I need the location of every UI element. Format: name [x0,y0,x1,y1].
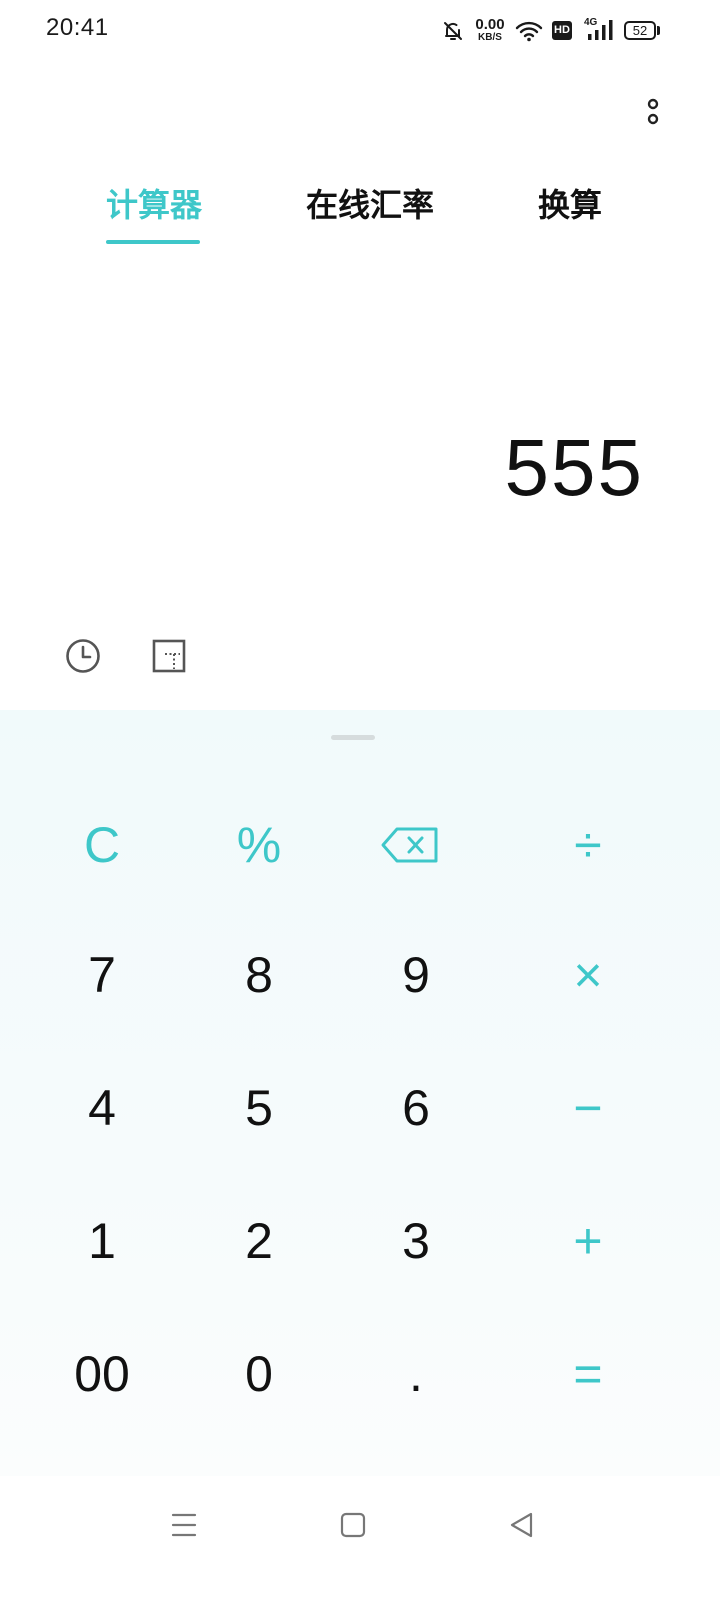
network-speed-unit: KB/S [478,32,502,43]
plus-button[interactable]: + [518,1191,658,1291]
battery-tip [657,26,660,35]
backspace-button[interactable] [340,795,480,895]
menu-icon[interactable] [164,1505,204,1545]
bell-off-icon [444,22,462,40]
cell-signal-icon [588,20,613,40]
status-time: 20:41 [46,14,109,41]
drag-handle[interactable] [331,735,375,740]
decimal-button[interactable]: . [346,1324,486,1424]
clock-icon[interactable] [63,636,103,676]
hd-badge: HD [552,21,572,40]
key-6[interactable]: 6 [346,1058,486,1158]
key-4[interactable]: 4 [32,1058,172,1158]
back-icon[interactable] [502,1505,542,1545]
clear-button[interactable]: C [32,795,172,895]
key-3[interactable]: 3 [346,1191,486,1291]
more-vertical-icon[interactable] [636,92,672,132]
backspace-icon [381,827,438,863]
key-0[interactable]: 0 [189,1324,329,1424]
key-2[interactable]: 2 [189,1191,329,1291]
multiply-button[interactable]: × [518,925,658,1025]
key-7[interactable]: 7 [32,925,172,1025]
key-5[interactable]: 5 [189,1058,329,1158]
key-1[interactable]: 1 [32,1191,172,1291]
network-speed-value: 0.00 [475,16,505,33]
minus-button[interactable]: − [518,1058,658,1158]
percent-button[interactable]: % [189,795,329,895]
tab-conversion[interactable]: 换算 [538,180,602,226]
tab-exchange-rate[interactable]: 在线汇率 [306,180,434,226]
home-icon[interactable] [333,1505,373,1545]
key-8[interactable]: 8 [189,925,329,1025]
tab-calculator[interactable]: 计算器 [106,180,202,226]
divide-button[interactable]: ÷ [518,795,658,895]
key-00[interactable]: 00 [32,1324,172,1424]
wifi-icon [515,21,543,42]
battery-indicator: 52 [624,21,656,40]
key-9[interactable]: 9 [346,925,486,1025]
network-speed: 0.00 KB/S [470,17,510,43]
scientific-mode-icon[interactable] [150,636,190,676]
equals-button[interactable]: = [518,1324,658,1424]
calculator-display: 555 [504,423,644,512]
active-tab-indicator [106,240,200,244]
